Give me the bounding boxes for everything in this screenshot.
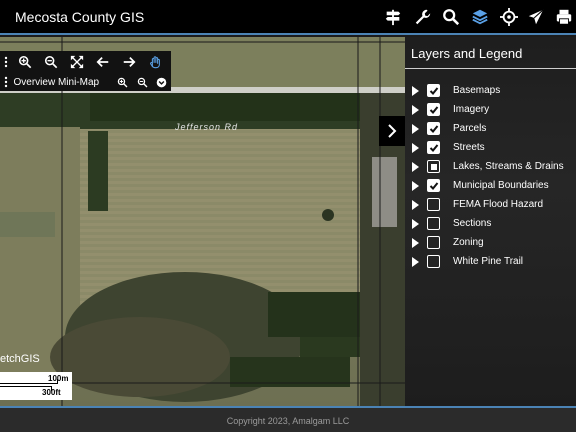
layer-row[interactable]: Sections [405, 214, 576, 233]
layer-name: Parcels [453, 123, 487, 134]
layer-checkbox[interactable] [427, 198, 440, 211]
location-icon[interactable] [498, 6, 520, 28]
expand-icon [70, 55, 84, 69]
layer-name: Sections [453, 218, 492, 229]
layer-row[interactable]: Streets [405, 138, 576, 157]
layer-row[interactable]: FEMA Flood Hazard [405, 195, 576, 214]
caret-right-icon[interactable] [410, 237, 420, 248]
minimap-zoom-out-button[interactable] [133, 73, 152, 91]
caret-right-icon[interactable] [410, 256, 420, 267]
minimap-label: Overview Mini-Map [13, 76, 100, 88]
layer-row[interactable]: Zoning [405, 233, 576, 252]
zoom-out-icon [137, 77, 148, 87]
layer-name: FEMA Flood Hazard [453, 199, 544, 210]
aerial-imagery [0, 37, 405, 406]
scale-imperial-line [0, 386, 52, 387]
print-icon[interactable] [553, 6, 575, 28]
layer-row[interactable]: Municipal Boundaries [405, 176, 576, 195]
caret-right-icon[interactable] [410, 104, 420, 115]
footer-bar: Copyright 2023, Amalgam LLC [0, 406, 576, 432]
full-extent-button[interactable] [64, 51, 90, 73]
zoom-in-icon [18, 55, 32, 69]
caret-right-icon[interactable] [410, 123, 420, 134]
caret-right-icon[interactable] [410, 199, 420, 210]
map-view[interactable]: Jefferson Rd [0, 37, 405, 406]
layer-row[interactable]: Imagery [405, 100, 576, 119]
zoom-out-icon [44, 55, 58, 69]
layer-name: White Pine Trail [453, 256, 524, 267]
layer-name: Basemaps [453, 85, 501, 96]
layer-checkbox[interactable] [427, 160, 440, 173]
app-title: Mecosta County GIS [15, 9, 145, 25]
minimap-zoom-in-button[interactable] [113, 73, 132, 91]
caret-right-icon[interactable] [410, 85, 420, 96]
caret-right-icon[interactable] [410, 180, 420, 191]
layer-checkbox[interactable] [427, 122, 440, 135]
hand-icon [150, 56, 160, 69]
copyright-text: Copyright 2023, Amalgam LLC [226, 416, 350, 426]
arrow-left-icon [96, 57, 109, 67]
signpost-icon[interactable] [382, 6, 404, 28]
road-label: Jefferson Rd [175, 122, 239, 132]
panel-collapse-button[interactable] [379, 116, 405, 146]
zoom-out-button[interactable] [38, 51, 64, 73]
layer-name: Zoning [453, 237, 484, 248]
back-button[interactable] [90, 51, 116, 73]
map-toolbar [0, 51, 171, 73]
zoom-in-icon [118, 77, 128, 87]
scale-bar: 100m 300ft [0, 372, 72, 400]
scale-metric-line [0, 383, 58, 384]
chevron-right-icon [388, 124, 397, 138]
chevron-down-circle-icon [156, 77, 167, 87]
layer-row[interactable]: Parcels [405, 119, 576, 138]
scale-metric-label: 100m [48, 374, 69, 383]
minimap-expand-button[interactable] [152, 73, 171, 91]
minimap-bar: Overview Mini-Map [0, 73, 171, 91]
map-watermark: etchGIS [0, 353, 40, 365]
layer-checkbox[interactable] [427, 103, 440, 116]
panel-divider [405, 68, 576, 69]
scale-imperial-label: 300ft [42, 388, 61, 397]
search-icon[interactable] [440, 6, 462, 28]
layer-name: Lakes, Streams & Drains [453, 161, 564, 172]
layer-checkbox[interactable] [427, 217, 440, 230]
layer-name: Streets [453, 142, 485, 153]
pan-button[interactable] [142, 51, 168, 73]
caret-right-icon[interactable] [410, 142, 420, 153]
caret-right-icon[interactable] [410, 161, 420, 172]
layer-checkbox[interactable] [427, 236, 440, 249]
forward-button[interactable] [116, 51, 142, 73]
layer-checkbox[interactable] [427, 255, 440, 268]
layers-panel: Layers and Legend Basemaps Imagery Parcels… [405, 37, 576, 406]
layer-checkbox[interactable] [427, 141, 440, 154]
layer-checkbox[interactable] [427, 179, 440, 192]
minimap-grip-icon[interactable] [0, 71, 12, 93]
layer-name: Municipal Boundaries [453, 180, 549, 191]
layer-checkbox[interactable] [427, 84, 440, 97]
layers-icon[interactable] [469, 6, 491, 28]
send-icon[interactable] [525, 6, 547, 28]
header-bar: Mecosta County GIS [0, 0, 576, 35]
panel-title: Layers and Legend [411, 46, 523, 61]
layer-row[interactable]: Basemaps [405, 81, 576, 100]
layer-row[interactable]: White Pine Trail [405, 252, 576, 271]
arrow-right-icon [123, 57, 136, 67]
layer-name: Imagery [453, 104, 490, 115]
caret-right-icon[interactable] [410, 218, 420, 229]
toolbar-grip-icon[interactable] [0, 51, 12, 73]
zoom-in-button[interactable] [12, 51, 38, 73]
app-root: Mecosta County GIS Jefferson Rd Overview… [0, 0, 576, 432]
wrench-icon[interactable] [412, 6, 434, 28]
scale-metric-tick [57, 379, 58, 384]
layer-row[interactable]: Lakes, Streams & Drains [405, 157, 576, 176]
